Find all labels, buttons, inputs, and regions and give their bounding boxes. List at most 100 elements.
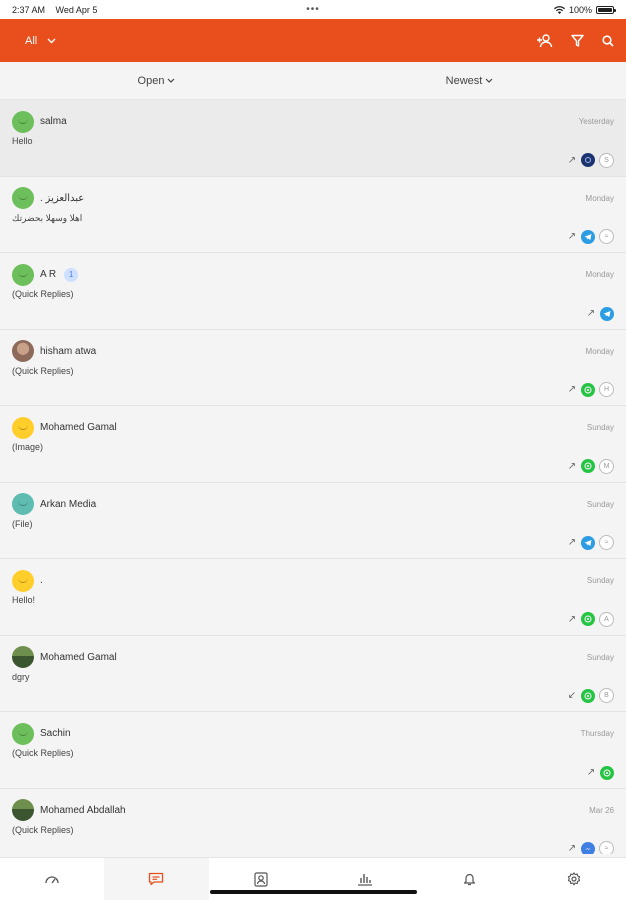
contact-name: Mohamed Gamal [40, 651, 117, 663]
assigned-agent-avatar: ≈ [599, 229, 614, 244]
outgoing-arrow-icon: ↗ [567, 460, 577, 472]
notifications-icon [463, 873, 476, 886]
status-bar: 2:37 AM Wed Apr 5 ••• 100% [0, 0, 626, 19]
conversation-row[interactable]: Mohamed Gamal Sunday (Image) ↗ M [0, 406, 626, 483]
last-message-time: Monday [585, 193, 614, 203]
tab-dashboard[interactable] [0, 858, 104, 900]
avatar [12, 646, 34, 668]
last-message-time: Sunday [586, 652, 614, 662]
chat-icon [149, 872, 164, 886]
avatar [12, 569, 34, 592]
telegram-icon [600, 306, 614, 321]
dashboard-icon [45, 876, 59, 884]
battery-percent: 100% [568, 4, 592, 15]
conversation-row[interactable]: عبدالعزيز . Monday اهلا وسهلا بحضرتك ↗ ≈ [0, 177, 626, 253]
conversation-row[interactable]: A R 1 Monday (Quick Replies) ↗ [0, 253, 626, 330]
status-filter-dropdown[interactable]: Open [0, 75, 313, 87]
contact-name: Arkan Media [40, 498, 97, 510]
whatsapp-icon [581, 459, 595, 473]
last-message-time: Mar 26 [589, 805, 614, 815]
header-actions [537, 33, 614, 48]
tab-settings[interactable] [522, 858, 626, 900]
avatar [12, 263, 34, 286]
last-message-time: Monday [585, 270, 614, 279]
last-message-time: Yesterday [578, 117, 614, 126]
unread-count-badge: 1 [64, 267, 79, 282]
contact-name: hisham atwa [40, 345, 97, 357]
incoming-arrow-icon: ↙ [567, 690, 577, 701]
avatar [12, 340, 34, 362]
contact-name: عبدالعزيز . [40, 192, 85, 204]
add-contact-icon[interactable] [537, 33, 553, 48]
app-header: All [0, 19, 626, 62]
avatar [12, 799, 34, 821]
message-preview: (File) [12, 518, 33, 529]
message-preview: (Quick Replies) [12, 365, 74, 376]
last-message-time: Sunday [586, 576, 614, 585]
message-preview: (Quick Replies) [12, 824, 74, 835]
status-filter-label: Open [137, 74, 165, 87]
chevron-down-icon [168, 78, 175, 83]
outgoing-arrow-icon: ↗ [567, 154, 577, 166]
home-indicator[interactable] [210, 890, 417, 894]
inbox-filter-label: All [25, 34, 38, 47]
status-right: 100% [553, 4, 616, 15]
chevron-down-icon [485, 78, 493, 83]
avatar [12, 110, 34, 133]
dark-app-icon [581, 153, 595, 167]
contact-name: Mohamed Gamal [40, 422, 117, 433]
message-preview: (Quick Replies) [12, 289, 74, 299]
message-preview: (Quick Replies) [12, 748, 74, 758]
assigned-agent-avatar: M [599, 458, 614, 474]
tab-chats[interactable] [104, 858, 209, 900]
last-message-time: Sunday [586, 423, 614, 432]
assigned-agent-avatar: ≈ [599, 841, 614, 854]
avatar [12, 187, 34, 209]
contact-name: Sachin [40, 728, 71, 739]
conversation-row[interactable]: Sachin Thursday (Quick Replies) ↗ [0, 712, 626, 789]
messenger-icon [581, 841, 595, 854]
conversation-row[interactable]: hisham atwa Monday (Quick Replies) ↗ H [0, 330, 626, 406]
status-date: Wed Apr 5 [55, 4, 98, 15]
contact-name: A R [40, 269, 57, 280]
contact-name: . [40, 575, 43, 586]
conversation-row[interactable]: Mohamed Gamal Sunday dgry ↙ B [0, 636, 626, 712]
reports-icon [358, 874, 373, 886]
conversation-list: salma Yesterday Hello ↗ S عبدالعزيز . Mo… [0, 100, 626, 854]
search-icon[interactable] [602, 34, 614, 47]
sort-dropdown[interactable]: Newest [313, 75, 626, 87]
avatar [12, 493, 34, 515]
status-left: 2:37 AM Wed Apr 5 [12, 5, 105, 15]
conversation-row[interactable]: salma Yesterday Hello ↗ S [0, 100, 626, 177]
tab-notifications[interactable] [417, 858, 521, 900]
whatsapp-icon [581, 612, 595, 626]
chevron-down-icon [47, 38, 56, 43]
avatar [12, 722, 34, 745]
telegram-icon [581, 229, 595, 244]
outgoing-arrow-icon: ↗ [586, 308, 596, 319]
sort-label: Newest [445, 74, 483, 87]
inbox-filter-dropdown[interactable]: All [25, 35, 56, 47]
conversation-row[interactable]: Mohamed Abdallah Mar 26 (Quick Replies) … [0, 789, 626, 854]
status-time: 2:37 AM [12, 4, 46, 15]
message-preview: Hello [12, 136, 33, 146]
conversation-row[interactable]: Arkan Media Sunday (File) ↗ ≈ [0, 483, 626, 559]
outgoing-arrow-icon: ↗ [567, 231, 577, 242]
assigned-agent-avatar: A [599, 611, 614, 627]
last-message-time: Monday [585, 346, 614, 356]
contact-name: salma [40, 116, 67, 127]
last-message-time: Sunday [586, 499, 614, 509]
battery-icon [596, 5, 616, 14]
contacts-icon [254, 871, 268, 887]
wifi-icon [553, 5, 565, 14]
conversation-row[interactable]: . Sunday Hello! ↗ A [0, 559, 626, 636]
outgoing-arrow-icon: ↗ [567, 537, 577, 548]
filter-icon[interactable] [571, 34, 584, 47]
assigned-agent-avatar: B [599, 688, 614, 703]
contact-name: Mohamed Abdallah [40, 804, 126, 816]
outgoing-arrow-icon: ↗ [567, 843, 577, 854]
whatsapp-icon [600, 765, 614, 780]
whatsapp-icon [581, 688, 595, 703]
multitask-dots-icon[interactable]: ••• [306, 4, 320, 15]
settings-icon [567, 872, 580, 886]
